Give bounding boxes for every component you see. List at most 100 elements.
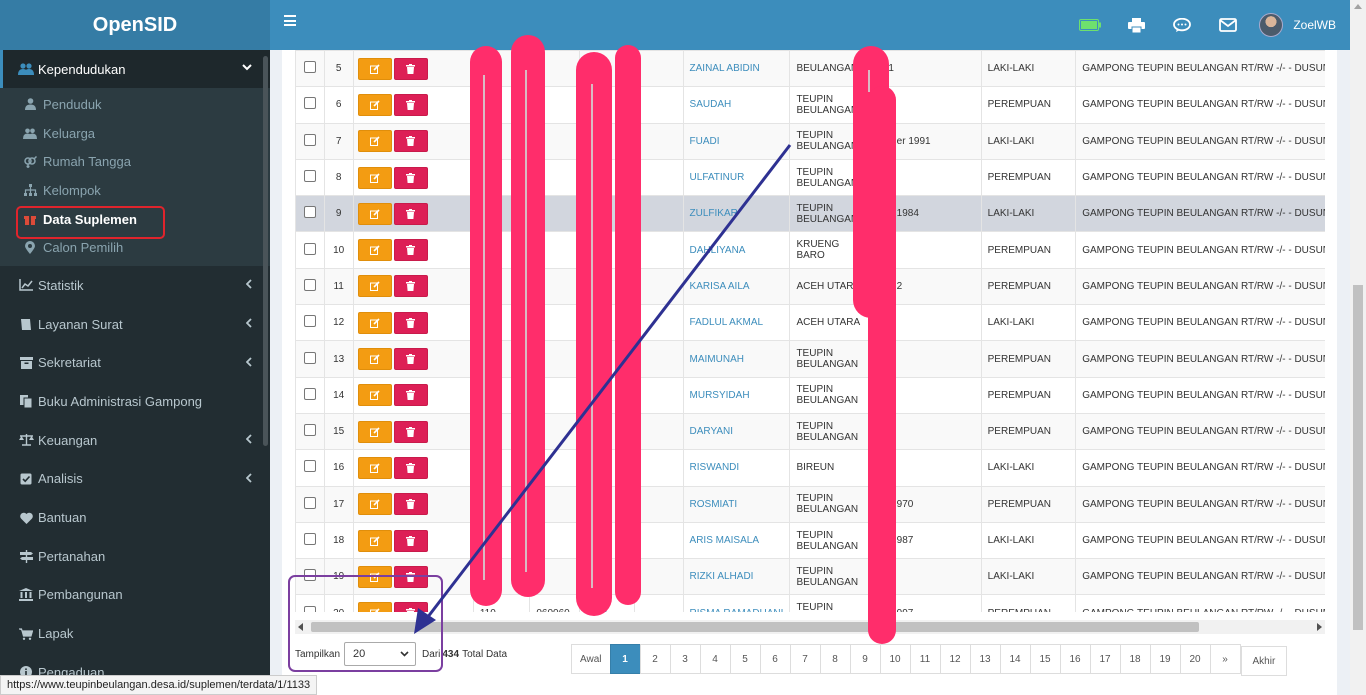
name-link[interactable]: ROSMIATI: [682, 485, 791, 523]
pagination-page[interactable]: 16: [1059, 644, 1091, 674]
sidebar-item-sekretariat[interactable]: Sekretariat: [0, 344, 270, 383]
delete-button[interactable]: [393, 130, 428, 153]
kk-link-cell[interactable]: 1108: [578, 412, 636, 451]
row-checkbox[interactable]: [303, 569, 316, 582]
sidebar-item-bantuan[interactable]: Bantuan: [0, 498, 270, 537]
delete-button[interactable]: [393, 420, 428, 443]
kk-link-cell[interactable]: 1108: [578, 521, 636, 560]
row-checkbox[interactable]: [303, 97, 316, 110]
pagination-page[interactable]: 20: [1179, 644, 1211, 674]
pagination-page[interactable]: 13: [969, 644, 1001, 674]
edit-button[interactable]: [357, 57, 392, 80]
sidebar-scrollbar[interactable]: [263, 56, 268, 446]
kk-link-cell[interactable]: 1108: [578, 122, 636, 160]
kk-link-cell[interactable]: 1108: [578, 594, 636, 612]
pagination-page[interactable]: 11: [909, 644, 941, 674]
scroll-left-icon[interactable]: [298, 623, 304, 631]
pagination-page[interactable]: 8: [819, 644, 851, 674]
name-link[interactable]: MAIMUNAH: [682, 340, 791, 378]
row-checkbox[interactable]: [303, 133, 316, 146]
pagination-page[interactable]: 12: [939, 644, 971, 674]
row-checkbox[interactable]: [303, 170, 316, 183]
vertical-scroll-thumb[interactable]: [1353, 285, 1363, 630]
row-checkbox[interactable]: [303, 206, 316, 219]
row-checkbox[interactable]: [303, 61, 316, 74]
row-checkbox[interactable]: [303, 278, 316, 291]
name-link[interactable]: RIZKI ALHADI: [682, 558, 791, 596]
sidebar-toggle-icon[interactable]: [284, 15, 296, 26]
edit-button[interactable]: [357, 456, 392, 479]
horizontal-scroll-thumb[interactable]: [311, 622, 1199, 632]
name-link[interactable]: FADLUL AKMAL: [682, 304, 791, 342]
kk-link-cell[interactable]: 1108: [578, 485, 636, 523]
pagination-page[interactable]: 3: [669, 644, 701, 674]
page-vertical-scrollbar[interactable]: [1350, 0, 1366, 695]
edit-button[interactable]: [357, 239, 392, 262]
user-menu[interactable]: ZoelWB: [1251, 13, 1336, 37]
delete-button[interactable]: [393, 602, 428, 612]
edit-button[interactable]: [357, 384, 392, 407]
name-link[interactable]: ULFATINUR: [682, 158, 791, 197]
pagination-page[interactable]: 14: [999, 644, 1031, 674]
row-checkbox[interactable]: [303, 242, 316, 255]
kk-link-cell[interactable]: 1108: [578, 158, 636, 197]
row-checkbox[interactable]: [303, 424, 316, 437]
delete-button[interactable]: [393, 57, 428, 80]
pagination-page[interactable]: 10: [879, 644, 911, 674]
sidebar-item-data-suplemen[interactable]: Data Suplemen: [0, 205, 270, 239]
name-link[interactable]: MURSYIDAH: [682, 376, 791, 414]
sidebar-item-pertanahan[interactable]: Pertanahan: [0, 537, 270, 576]
sidebar-item-buku-administrasi[interactable]: Buku Administrasi Gampong: [0, 382, 270, 421]
edit-button[interactable]: [357, 93, 392, 116]
delete-button[interactable]: [393, 239, 428, 262]
row-checkbox[interactable]: [303, 605, 316, 612]
kk-link-cell[interactable]: 1108: [578, 558, 636, 596]
name-link[interactable]: DAHLIYANA: [682, 231, 791, 269]
edit-button[interactable]: [357, 311, 392, 334]
sidebar-item-rumah-tangga[interactable]: Rumah Tangga: [0, 147, 270, 176]
pagination-last[interactable]: Akhir: [1240, 646, 1288, 676]
pagination-page[interactable]: 6: [759, 644, 791, 674]
name-link[interactable]: RISWANDI: [682, 449, 791, 487]
pagination-page[interactable]: 15: [1029, 644, 1061, 674]
edit-button[interactable]: [357, 602, 392, 612]
kk-link-cell[interactable]: 1108: [578, 267, 636, 306]
delete-button[interactable]: [393, 311, 428, 334]
pagination-page[interactable]: 19: [1149, 644, 1181, 674]
name-link[interactable]: KARISA AILA: [682, 267, 791, 306]
edit-button[interactable]: [357, 166, 392, 189]
pagination-page[interactable]: 17: [1089, 644, 1121, 674]
chat-icon[interactable]: [1159, 0, 1205, 50]
edit-button[interactable]: [357, 493, 392, 516]
pagination-first[interactable]: Awal: [571, 644, 611, 674]
delete-button[interactable]: [393, 275, 428, 298]
pagination-next[interactable]: »: [1209, 644, 1241, 674]
print-icon[interactable]: [1113, 0, 1159, 50]
delete-button[interactable]: [393, 529, 428, 552]
kk-link-cell[interactable]: 1108: [578, 304, 636, 342]
edit-button[interactable]: [357, 420, 392, 443]
sidebar-item-analisis[interactable]: Analisis: [0, 460, 270, 499]
app-logo[interactable]: OpenSID: [0, 0, 270, 50]
sidebar-item-pembangunan[interactable]: Pembangunan: [0, 576, 270, 615]
name-link[interactable]: ZULFIKAR: [682, 195, 791, 233]
name-link[interactable]: RISMA RAMADHANI: [682, 594, 791, 612]
scroll-right-icon[interactable]: [1316, 623, 1322, 631]
row-checkbox[interactable]: [303, 387, 316, 400]
delete-button[interactable]: [393, 565, 428, 588]
kk-link-cell[interactable]: 1108: [578, 376, 636, 414]
delete-button[interactable]: [393, 384, 428, 407]
delete-button[interactable]: [393, 348, 428, 371]
pagination-page[interactable]: 5: [729, 644, 761, 674]
row-checkbox[interactable]: [303, 496, 316, 509]
delete-button[interactable]: [393, 166, 428, 189]
row-checkbox[interactable]: [303, 533, 316, 545]
edit-button[interactable]: [357, 202, 392, 225]
kk-link-cell[interactable]: 1108: [578, 86, 636, 124]
kk-link-cell[interactable]: 1108: [578, 50, 636, 88]
sidebar-item-kelompok[interactable]: Kelompok: [0, 176, 270, 205]
page-size-select[interactable]: 20: [344, 642, 417, 666]
horizontal-scrollbar[interactable]: [295, 620, 1325, 634]
name-link[interactable]: DARYANI: [682, 412, 791, 451]
pagination-page[interactable]: 9: [849, 644, 881, 674]
